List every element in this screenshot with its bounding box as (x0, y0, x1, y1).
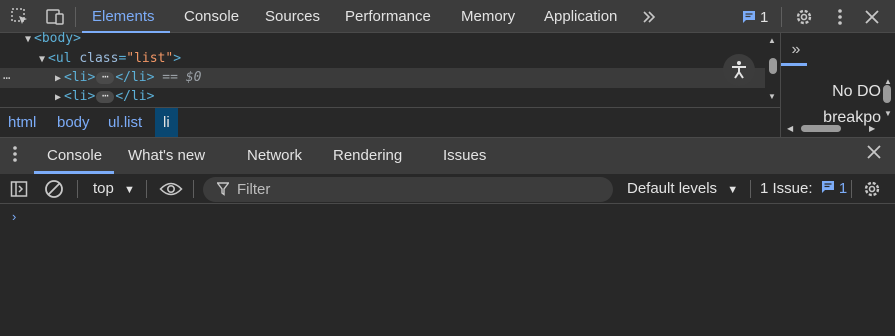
side-pane-vscroll-thumb[interactable] (883, 85, 891, 103)
filter-input[interactable]: Filter (203, 177, 613, 202)
message-icon (821, 181, 834, 193)
issues-label: 1 Issue: (760, 180, 813, 197)
dom-node-li-selected[interactable]: ⋯ ▶ <li> ⋯ </li> == $0 (0, 68, 765, 88)
issues-count: 1 (838, 180, 848, 197)
context-selector[interactable]: top ▼ (93, 174, 135, 204)
breadcrumb-li[interactable]: li (155, 108, 178, 138)
sidebar-toggle-icon[interactable] (8, 178, 30, 200)
drawer-tab-whats-new[interactable]: What's new (128, 138, 205, 174)
messages-counter[interactable]: 1 (742, 6, 776, 28)
side-pane: » No DO breakpo ▲ ▼ ◀ ▶ (780, 33, 895, 137)
drawer-close-icon[interactable] (866, 144, 882, 165)
collapsed-triangle-icon[interactable]: ▶ (52, 69, 64, 89)
breadcrumb-ul-list[interactable]: ul.list (100, 108, 150, 138)
drawer-tab-rendering[interactable]: Rendering (333, 138, 402, 174)
log-levels-value: Default levels (627, 180, 718, 197)
scroll-down-arrow-icon[interactable]: ▼ (768, 92, 776, 101)
side-pane-message: No DO breakpo (781, 79, 881, 131)
clear-console-icon[interactable] (43, 178, 65, 200)
side-pane-message-line: No DO (832, 83, 881, 100)
tag-open: <li> (64, 89, 96, 104)
side-pane-more-tabs-icon[interactable]: » (783, 33, 809, 66)
tag-close: > (173, 51, 182, 66)
drawer-tab-issues[interactable]: Issues (443, 138, 486, 174)
tag-close: </li> (115, 70, 155, 85)
scrollbar-thumb[interactable] (769, 58, 777, 74)
tag-close: </li> (115, 89, 155, 104)
tag-text: <body> (34, 31, 81, 46)
toolbar-separator (851, 180, 852, 198)
live-expression-eye-icon[interactable] (159, 178, 183, 200)
toolbar-separator (146, 180, 147, 198)
issues-counter[interactable]: 1 Issue: 1 (760, 174, 847, 204)
accessibility-tree-button[interactable] (723, 54, 755, 86)
row-actions-icon[interactable]: ⋯ (3, 68, 10, 88)
dom-node-body[interactable]: ▼ <body> (0, 29, 765, 49)
device-toolbar-icon[interactable] (44, 6, 66, 28)
ellipsis-badge[interactable]: ⋯ (96, 90, 115, 103)
inspect-element-icon[interactable] (9, 6, 31, 28)
kebab-menu-icon[interactable] (829, 6, 851, 28)
toolbar-separator (781, 7, 782, 27)
filter-placeholder: Filter (237, 181, 271, 198)
dom-tree: ▼ <body> ▼ <ul class="list"> ⋯ ▶ <li> ⋯ </li>… (0, 31, 780, 107)
filter-funnel-icon (216, 182, 230, 199)
side-pane-hscroll-thumb[interactable] (801, 125, 841, 132)
messages-count: 1 (760, 8, 769, 26)
chevron-down-icon: ▼ (727, 184, 739, 196)
tag-open: <li> (64, 70, 96, 85)
dom-node-ul[interactable]: ▼ <ul class="list"> (0, 49, 765, 69)
console-settings-icon[interactable] (861, 178, 883, 200)
breadcrumb-body[interactable]: body (49, 108, 98, 138)
scroll-right-arrow-icon[interactable]: ▶ (869, 124, 875, 133)
drawer-menu-icon[interactable] (12, 145, 18, 168)
ellipsis-badge[interactable]: ⋯ (96, 71, 115, 84)
accessibility-icon (732, 61, 746, 79)
tag-open: <ul (48, 51, 80, 66)
console-prompt-icon: › (12, 209, 17, 224)
breadcrumb: html body ul.list li (0, 107, 780, 138)
drawer-tab-bar: Console What's new Network Rendering Iss… (0, 137, 895, 174)
dom-tree-scrollbar[interactable]: ▲ ▼ (765, 33, 780, 106)
breadcrumb-html[interactable]: html (0, 108, 44, 138)
drawer-tab-network[interactable]: Network (247, 138, 302, 174)
more-tabs-icon[interactable] (638, 6, 660, 28)
scroll-up-arrow-icon[interactable]: ▲ (768, 36, 776, 45)
toolbar-separator (77, 180, 78, 198)
log-levels-dropdown[interactable]: Default levels ▼ (627, 174, 738, 205)
toolbar-separator (750, 180, 751, 198)
console-toolbar: top ▼ Filter Default levels ▼ 1 Issue: 1 (0, 174, 895, 204)
toolbar-separator (193, 180, 194, 198)
toolbar-separator (75, 7, 76, 27)
selected-ref: == $0 (154, 70, 202, 85)
console-output[interactable]: › (0, 205, 895, 336)
message-icon (743, 11, 755, 23)
scroll-down-arrow-icon[interactable]: ▼ (884, 109, 892, 118)
close-icon[interactable] (861, 6, 883, 28)
attr-name: class (79, 51, 119, 66)
attr-value: "list" (126, 51, 174, 66)
active-tab-indicator (781, 63, 807, 66)
settings-icon[interactable] (793, 6, 815, 28)
expand-triangle-icon[interactable]: ▼ (36, 50, 48, 70)
expand-triangle-icon[interactable]: ▼ (22, 30, 34, 50)
scroll-left-arrow-icon[interactable]: ◀ (787, 124, 793, 133)
drawer-tab-console[interactable]: Console (47, 138, 102, 174)
context-selector-value: top (93, 180, 114, 197)
chevron-down-icon: ▼ (124, 184, 135, 196)
dom-node-li[interactable]: ▶ <li> ⋯ </li> (0, 87, 765, 107)
collapsed-triangle-icon[interactable]: ▶ (52, 88, 64, 108)
